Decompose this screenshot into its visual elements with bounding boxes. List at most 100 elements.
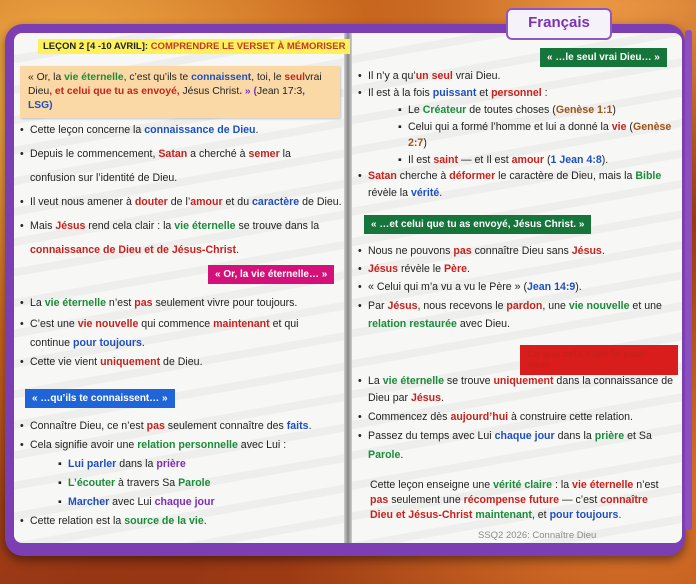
- body-text: Depuis le commencement,: [30, 148, 159, 160]
- body-text: Il est: [408, 154, 434, 166]
- book-spine: [344, 33, 352, 543]
- body-text: connaître Dieu sans: [471, 245, 572, 257]
- body-text: se trouve: [443, 375, 494, 387]
- body-text: Dieu par: [368, 392, 411, 404]
- section-line: Par Jésus, nous recevons le pardon, une …: [358, 300, 662, 312]
- section-line: révèle la vérité.: [368, 187, 442, 199]
- body-text: seulement vivre pour toujours.: [152, 297, 298, 309]
- body-text: la: [279, 148, 291, 160]
- section-header-vie-eternelle: « Or, la vie éternelle… »: [208, 265, 335, 284]
- emphasis-text: amour: [511, 154, 545, 166]
- body-text: .: [618, 509, 622, 521]
- section-header-jesus-christ: « …et celui que tu as envoyé, Jésus Chri…: [364, 215, 592, 234]
- emphasis-text: vie éternelle: [44, 297, 106, 309]
- emphasis-text: Lui parler: [68, 458, 117, 470]
- body-text: seulement une: [388, 494, 464, 506]
- emphasis-text: puissant: [432, 87, 477, 99]
- section-line: Passez du temps avec Lui chaque jour dan…: [358, 430, 652, 442]
- emphasis-text: Créateur: [422, 104, 467, 116]
- body-text: Cette leçon concerne la: [30, 124, 145, 136]
- body-text: .: [203, 515, 207, 527]
- emphasis-text: vie éternelle: [174, 220, 236, 232]
- sub-line: L’écouter à travers Sa Parole: [58, 477, 210, 489]
- emphasis-text: récompense future: [463, 494, 560, 506]
- emphasis-text: un seul: [415, 70, 453, 82]
- body-text: à construire cette relation.: [508, 411, 633, 423]
- body-text: confusion sur l’identité de Dieu.: [30, 172, 178, 184]
- intro-line: connaissance de Dieu et de Jésus-Christ.: [30, 244, 239, 256]
- emphasis-text: vie éternelle: [572, 479, 634, 491]
- emphasis-text: chaque jour: [494, 430, 555, 442]
- body-text: se trouve dans la: [235, 220, 320, 232]
- emphasis-text: caractère: [252, 196, 300, 208]
- body-text: ): [423, 137, 427, 149]
- body-text: Cela signifie avoir une: [30, 439, 138, 451]
- body-text: révèle le: [398, 263, 444, 275]
- body-text: Connaître Dieu, ce n’est: [30, 420, 147, 432]
- section-line: C’est une vie nouvelle qui commence main…: [20, 318, 298, 330]
- sub-line: Celui qui a formé l’homme et lui a donné…: [398, 121, 672, 133]
- emphasis-text: semer: [248, 148, 280, 160]
- body-text: seulement connaître des: [164, 420, 287, 432]
- body-text: de Dieu.: [160, 356, 203, 368]
- intro-line: Depuis le commencement, Satan a cherché …: [20, 148, 291, 160]
- body-text: dans la: [554, 430, 595, 442]
- emphasis-text: L’écouter: [68, 477, 116, 489]
- body-text: vrai Dieu.: [452, 70, 501, 82]
- body-text: de l’: [167, 196, 191, 208]
- emphasis-text: Marcher: [68, 496, 110, 508]
- body-text: .: [308, 420, 312, 432]
- body-text: rend cela clair : la: [85, 220, 175, 232]
- emphasis-text: Jésus: [411, 392, 442, 404]
- emphasis-text: Genèse: [632, 121, 672, 133]
- emphasis-text: pas: [370, 494, 389, 506]
- body-text: le caractère de Dieu, mais la: [495, 170, 636, 182]
- emphasis-text: Jésus: [571, 245, 602, 257]
- emphasis-text: Genèse 1:1: [555, 104, 613, 116]
- emphasis-text: uniquement: [493, 375, 554, 387]
- emphasis-text: Jésus: [368, 263, 399, 275]
- emphasis-text: Jésus: [387, 300, 418, 312]
- section-line: Cela signifie avoir une relation personn…: [20, 439, 287, 451]
- emphasis-text: vie nouvelle: [77, 318, 139, 330]
- body-text: .: [466, 263, 470, 275]
- emphasis-text: amour: [190, 196, 223, 208]
- left-column: Cette leçon concerne la connaissance de …: [20, 0, 342, 560]
- emphasis-text: pas: [134, 297, 153, 309]
- body-text: La: [30, 297, 45, 309]
- body-text: Il veut nous amener à: [30, 196, 135, 208]
- body-text: Le: [408, 104, 423, 116]
- section-line: Il n’y a qu’un seul vrai Dieu.: [358, 70, 501, 82]
- body-text: .: [601, 245, 605, 257]
- emphasis-text: prière: [156, 458, 186, 470]
- body-text: .: [441, 392, 444, 404]
- body-text: .: [439, 187, 443, 199]
- body-text: Il est à la fois: [368, 87, 433, 99]
- emphasis-text: prière: [594, 430, 625, 442]
- body-text: C’est une: [30, 318, 78, 330]
- body-text: ).: [575, 281, 582, 293]
- section-header-seul-vrai-dieu: « …le seul vrai Dieu… »: [540, 48, 667, 67]
- body-text: .: [400, 449, 404, 461]
- section-line: La vie éternelle n’est pas seulement viv…: [20, 297, 298, 309]
- emphasis-text: déformer: [449, 170, 496, 182]
- section-line: « Celui qui m’a vu a vu le Père » (Jean …: [358, 281, 582, 293]
- body-text: Cette vie vient: [30, 356, 101, 368]
- body-text: Il n’y a qu’: [368, 70, 416, 82]
- emphasis-text: 1 Jean 4:8: [550, 154, 602, 166]
- body-text: — et Il est: [458, 154, 512, 166]
- body-text: , nous recevons le: [417, 300, 507, 312]
- body-text: de toutes choses (: [466, 104, 556, 116]
- intro-line: Mais Jésus rend cela clair : la vie éter…: [20, 220, 320, 232]
- section-line: continue pour toujours.: [30, 337, 145, 349]
- body-text: n’est: [633, 479, 659, 491]
- body-text: Mais: [30, 220, 56, 232]
- section-line: Connaître Dieu, ce n’est pas seulement c…: [20, 420, 312, 432]
- body-text: Par: [368, 300, 388, 312]
- body-text: Commencez dès: [368, 411, 451, 423]
- body-text: et une: [629, 300, 662, 312]
- emphasis-text: maintenant: [475, 509, 532, 521]
- body-text: ): [612, 104, 616, 116]
- emphasis-text: aujourd’hui: [450, 411, 509, 423]
- body-text: avec Lui :: [237, 439, 287, 451]
